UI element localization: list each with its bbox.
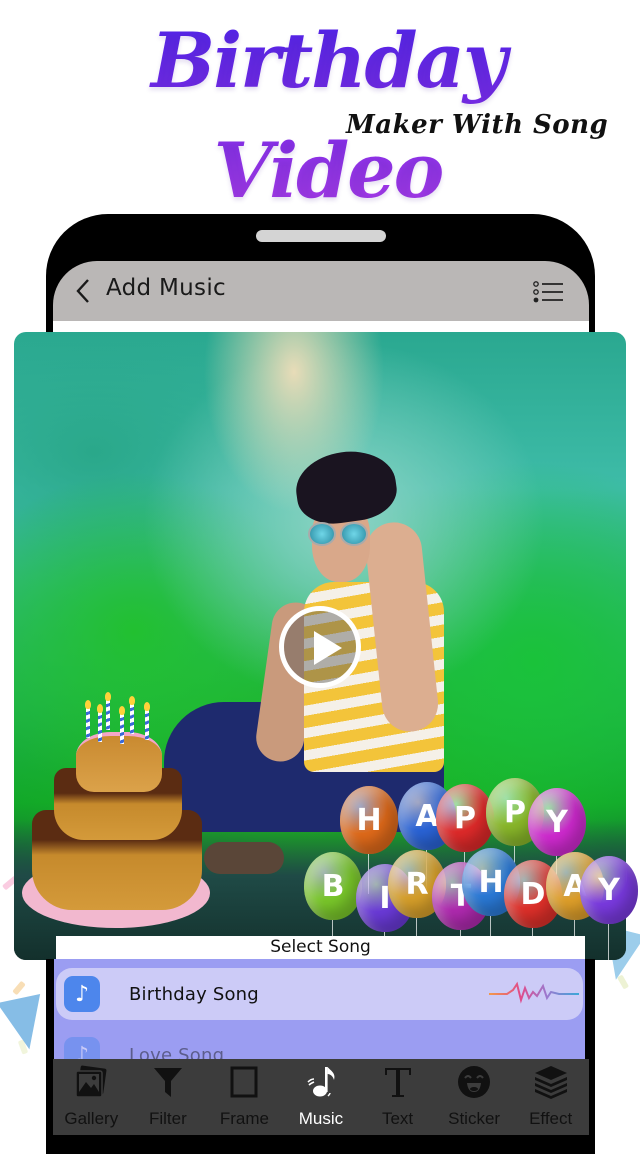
balloon-birthday: Y <box>580 856 638 964</box>
song-item-birthday-song[interactable]: ♪ Birthday Song <box>56 968 583 1020</box>
tool-label: Frame <box>219 1109 269 1128</box>
tool-sticker[interactable]: Sticker <box>436 1059 512 1129</box>
list-menu-icon <box>533 281 563 303</box>
song-list: ♪ Birthday Song ♪ Love Song <box>54 959 585 1059</box>
tool-text[interactable]: Text <box>360 1059 436 1129</box>
page-title: Add Music <box>106 275 226 301</box>
sunglasses-lens <box>340 522 368 546</box>
music-note-icon: ♪ <box>64 976 100 1012</box>
cake-candle <box>119 706 125 744</box>
tool-music[interactable]: Music <box>283 1059 359 1129</box>
play-button[interactable] <box>279 606 361 688</box>
cake-candle <box>144 702 150 740</box>
tool-effect[interactable]: Effect <box>513 1059 589 1129</box>
tool-label: Music <box>298 1109 344 1128</box>
sunglasses-lens <box>308 522 336 546</box>
person-shoe <box>204 842 284 874</box>
cake-candle <box>97 704 103 742</box>
confetti-decoration <box>12 980 26 996</box>
tool-label: Effect <box>529 1109 573 1128</box>
tool-filter[interactable]: Filter <box>130 1059 206 1129</box>
text-icon <box>384 1068 411 1097</box>
tool-label: Filter <box>148 1109 187 1128</box>
menu-button[interactable] <box>532 280 564 304</box>
select-song-title: Select Song <box>56 936 585 959</box>
bottom-toolbar: Gallery Filter Frame Music Text Sticker … <box>53 1059 589 1135</box>
cake-candle <box>129 696 135 734</box>
music-icon <box>307 1067 335 1097</box>
tool-gallery[interactable]: Gallery <box>53 1059 129 1129</box>
back-button[interactable] <box>72 276 94 306</box>
cake-tier <box>76 732 162 792</box>
effect-layers-icon <box>534 1066 567 1099</box>
phone-speaker <box>256 230 386 242</box>
audio-wave-icon <box>489 981 579 1004</box>
chevron-left-icon <box>76 279 89 303</box>
frame-icon <box>230 1066 258 1098</box>
music-note-icon: ♪ <box>64 1037 100 1059</box>
song-item-love-song[interactable]: ♪ Love Song <box>56 1029 583 1059</box>
sticker-icon <box>458 1066 491 1098</box>
person-hair <box>291 445 401 529</box>
cake-candle <box>105 692 111 730</box>
tool-label: Sticker <box>448 1109 501 1128</box>
balloon-happy: H <box>340 786 398 894</box>
confetti-triangle <box>0 993 51 1055</box>
app-subtitle: Maker With Song <box>346 110 609 140</box>
tool-label: Text <box>381 1109 414 1128</box>
cake-candle <box>85 700 91 738</box>
tool-frame[interactable]: Frame <box>206 1059 282 1129</box>
balloon-birthday: B <box>304 852 362 960</box>
filter-icon <box>153 1068 182 1097</box>
song-name: Love Song <box>129 1044 225 1060</box>
tool-label: Gallery <box>64 1109 119 1128</box>
gallery-icon <box>75 1065 107 1098</box>
song-name: Birthday Song <box>129 983 259 1005</box>
balloon-happy: Y <box>528 788 586 896</box>
